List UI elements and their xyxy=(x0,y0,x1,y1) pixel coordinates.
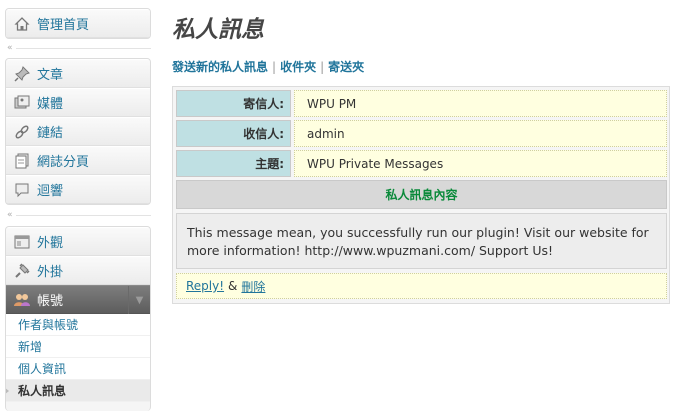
menu-item-label: 媒體 xyxy=(37,97,64,112)
separator-line xyxy=(15,47,151,49)
home-icon xyxy=(13,15,31,33)
to-label: 收信人: xyxy=(176,120,291,147)
submenu-item-profile[interactable]: 個人資訊 xyxy=(6,358,150,380)
sent-link[interactable]: 寄送夾 xyxy=(328,60,364,74)
to-value: admin xyxy=(294,120,667,147)
message-actions: Reply! & 刪除 xyxy=(176,273,667,299)
menu-item-comments[interactable]: 迴響 xyxy=(6,175,150,204)
submenu-item-private-messages[interactable]: 私人訊息 xyxy=(6,380,150,402)
from-value: WPU PM xyxy=(294,90,667,117)
menu-group-content: 文章 媒體 鏈結 網誌分頁 迴響 xyxy=(5,58,151,205)
subnav-separator: | xyxy=(320,60,325,74)
menu-separator[interactable]: « xyxy=(5,41,151,55)
pin-icon xyxy=(13,65,31,83)
subject-label: 主題: xyxy=(176,150,291,177)
message-box: 寄信人: WPU PM 收信人: admin 主題: WPU Private M… xyxy=(172,86,670,304)
separator-line xyxy=(15,214,151,216)
submenu-item-authors-users[interactable]: 作者與帳號 xyxy=(6,314,150,336)
message-body: This message mean, you successfully run … xyxy=(176,213,667,269)
menu-item-media[interactable]: 媒體 xyxy=(6,88,150,117)
menu-item-users[interactable]: 帳號 ▼ xyxy=(6,285,150,314)
users-submenu: 作者與帳號 新增 個人資訊 私人訊息 xyxy=(6,314,150,402)
reply-link[interactable]: Reply! xyxy=(186,279,224,293)
menu-item-dashboard[interactable]: 管理首頁 xyxy=(6,9,150,38)
menu-item-label: 網誌分頁 xyxy=(37,155,90,170)
subnav-separator: | xyxy=(272,60,277,74)
submenu-item-add-new[interactable]: 新增 xyxy=(6,336,150,358)
collapse-icon: « xyxy=(7,43,13,53)
delete-link[interactable]: 刪除 xyxy=(241,278,265,295)
menu-item-links[interactable]: 鏈結 xyxy=(6,117,150,146)
message-to-row: 收信人: admin xyxy=(176,120,667,147)
message-from-row: 寄信人: WPU PM xyxy=(176,90,667,117)
triangle-down-icon: ▼ xyxy=(135,294,144,306)
from-label: 寄信人: xyxy=(176,90,291,117)
menu-separator[interactable]: « xyxy=(5,208,151,222)
appearance-icon xyxy=(13,233,31,251)
menu-item-label: 帳號 xyxy=(37,294,64,309)
menu-group-settings: 外觀 外掛 帳號 ▼ 作者與帳號 新增 個人資訊 私人訊息 xyxy=(5,226,151,411)
message-subnav: 發送新的私人訊息 | 收件夾 | 寄送夾 xyxy=(172,58,364,75)
page-icon xyxy=(13,152,31,170)
admin-sidebar: 管理首頁 « 文章 媒體 鏈結 網誌分頁 迴響 « 外觀 外掛 帳號 ▼ 作者與… xyxy=(0,0,152,411)
media-icon xyxy=(13,94,31,112)
menu-item-label: 鏈結 xyxy=(37,126,64,141)
collapse-icon: « xyxy=(7,210,13,220)
send-new-message-link[interactable]: 發送新的私人訊息 xyxy=(172,60,268,74)
link-icon xyxy=(13,123,31,141)
comment-icon xyxy=(13,181,31,199)
menu-item-label: 外觀 xyxy=(37,236,64,251)
menu-item-posts[interactable]: 文章 xyxy=(6,59,150,88)
subject-value: WPU Private Messages xyxy=(294,150,667,177)
message-subject-row: 主題: WPU Private Messages xyxy=(176,150,667,177)
plugin-icon xyxy=(13,262,31,280)
message-content-header: 私人訊息內容 xyxy=(176,180,667,209)
inbox-link[interactable]: 收件夾 xyxy=(280,60,316,74)
menu-item-label: 外掛 xyxy=(37,265,64,280)
page-title: 私人訊息 xyxy=(172,16,264,43)
submenu-toggle[interactable]: ▼ xyxy=(128,286,150,314)
menu-item-plugins[interactable]: 外掛 xyxy=(6,256,150,285)
users-icon xyxy=(13,291,31,309)
menu-item-label: 管理首頁 xyxy=(37,18,90,33)
menu-item-pages[interactable]: 網誌分頁 xyxy=(6,146,150,175)
menu-group-dashboard: 管理首頁 xyxy=(5,8,151,39)
menu-item-label: 迴響 xyxy=(37,184,64,199)
menu-item-appearance[interactable]: 外觀 xyxy=(6,227,150,256)
actions-separator: & xyxy=(228,279,238,293)
menu-item-label: 文章 xyxy=(37,68,64,83)
